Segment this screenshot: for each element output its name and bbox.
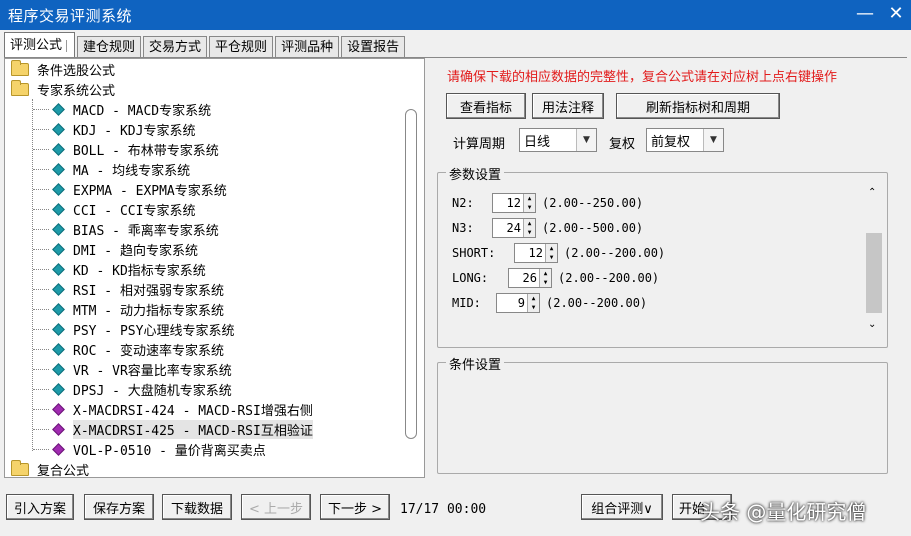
tab-close-rules[interactable]: 平仓规则 <box>209 36 274 58</box>
tab-open-rules[interactable]: 建仓规则 <box>77 36 142 58</box>
tree-folder-composite[interactable]: 复合公式 <box>11 459 89 477</box>
indicator-icon <box>52 382 65 396</box>
param-row-mid: MID: 9 ▲ ▼ (2.00--200.00) <box>452 293 648 313</box>
chevron-up-icon[interactable]: ⌃ <box>868 187 876 198</box>
param-row-long: LONG: 26 ▲ ▼ (2.00--200.00) <box>452 268 660 288</box>
condition-settings-legend: 条件设置 <box>446 354 505 373</box>
tree-item[interactable]: BIAS - 乖离率专家系统 <box>33 219 219 239</box>
mid-stepper[interactable]: 9 ▲ ▼ <box>496 293 540 313</box>
download-data-button[interactable]: 下载数据 <box>162 494 232 520</box>
tree-item[interactable]: VR - VR容量比率专家系统 <box>33 359 232 379</box>
view-indicator-button[interactable]: 查看指标 <box>446 93 526 119</box>
usage-notes-button[interactable]: 用法注释 <box>532 93 604 119</box>
indicator-icon <box>52 102 65 116</box>
indicator-icon <box>52 362 65 376</box>
tab-report-settings[interactable]: 设置报告 <box>341 36 406 58</box>
tree-item[interactable]: CCI - CCI专家系统 <box>33 199 195 219</box>
custom-indicator-icon <box>52 442 65 456</box>
tree-item-selected[interactable]: X-MACDRSI-425 - MACD-RSI互相验证 <box>33 419 313 439</box>
bottom-toolbar: 引入方案 保存方案 下载数据 < 上一步 下一步 > 17/17 00:00 组… <box>0 484 911 536</box>
save-plan-button[interactable]: 保存方案 <box>84 494 154 520</box>
param-scrollbar[interactable]: ⌃ ⌄ <box>864 185 884 335</box>
param-row-short: SHORT: 12 ▲ ▼ (2.00--200.00) <box>452 243 666 263</box>
tab-bar: 评测公式 建仓规则 交易方式 平仓规则 评测品种 设置报告 <box>4 32 407 58</box>
tree-item[interactable]: MA - 均线专家系统 <box>33 159 190 179</box>
tree-item[interactable]: X-MACDRSI-424 - MACD-RSI增强右侧 <box>33 399 313 419</box>
window-title: 程序交易评测系统 <box>8 7 133 25</box>
condition-settings-group: 条件设置 <box>437 354 888 474</box>
prev-step-button[interactable]: < 上一步 <box>241 494 311 520</box>
combo-eval-button[interactable]: 组合评测∨ <box>581 494 663 520</box>
tab-formula[interactable]: 评测公式 <box>4 32 76 58</box>
chevron-down-icon[interactable]: ⌄ <box>868 319 876 330</box>
chevron-down-icon: ▼ <box>576 129 596 151</box>
minimize-icon[interactable]: — <box>853 2 877 26</box>
next-step-button[interactable]: 下一步 > <box>320 494 390 520</box>
progress-status: 17/17 00:00 <box>400 502 487 517</box>
folder-open-icon <box>11 79 29 96</box>
param-row-n3: N3: 24 ▲ ▼ (2.00--500.00) <box>452 218 644 238</box>
tab-eval-symbols[interactable]: 评测品种 <box>275 36 340 58</box>
tab-trade-mode[interactable]: 交易方式 <box>143 36 208 58</box>
long-stepper[interactable]: 26 ▲ ▼ <box>508 268 552 288</box>
indicator-icon <box>52 182 65 196</box>
folder-icon <box>11 459 29 476</box>
close-icon[interactable]: ✕ <box>884 2 908 26</box>
chevron-down-icon: ▼ <box>703 129 723 151</box>
custom-indicator-icon <box>52 422 65 436</box>
n3-stepper[interactable]: 24 ▲ ▼ <box>492 218 536 238</box>
tree-item[interactable]: MTM - 动力指标专家系统 <box>33 299 224 319</box>
tree-item[interactable]: BOLL - 布林带专家系统 <box>33 139 219 159</box>
tree-folder-condition[interactable]: 条件选股公式 <box>11 59 115 79</box>
tree-item[interactable]: EXPMA - EXPMA专家系统 <box>33 179 227 199</box>
indicator-icon <box>52 122 65 136</box>
indicator-icon <box>52 322 65 336</box>
indicator-icon <box>52 242 65 256</box>
formula-settings-panel: 请确保下载的相应数据的完整性，复合公式请在对应树上点右键操作 查看指标 用法注释… <box>437 58 907 478</box>
indicator-icon <box>52 202 65 216</box>
period-select[interactable]: 日线 ▼ <box>519 128 597 152</box>
tree-item[interactable]: RSI - 相对强弱专家系统 <box>33 279 224 299</box>
tree-item[interactable]: ROC - 变动速率专家系统 <box>33 339 224 359</box>
data-integrity-notice: 请确保下载的相应数据的完整性，复合公式请在对应树上点右键操作 <box>447 70 838 85</box>
n2-stepper[interactable]: 12 ▲ ▼ <box>492 193 536 213</box>
tree-item[interactable]: KD - KD指标专家系统 <box>33 259 206 279</box>
short-stepper[interactable]: 12 ▲ ▼ <box>514 243 558 263</box>
indicator-icon <box>52 302 65 316</box>
folder-icon <box>11 59 29 76</box>
watermark-text: 头条 @量化研究僧 <box>700 500 867 524</box>
indicator-icon <box>52 162 65 176</box>
indicator-icon <box>52 142 65 156</box>
tree-item[interactable]: PSY - PSY心理线专家系统 <box>33 319 234 339</box>
scrollbar-thumb[interactable] <box>866 233 882 313</box>
adjust-label: 复权 <box>609 137 636 152</box>
import-plan-button[interactable]: 引入方案 <box>6 494 74 520</box>
tree-item[interactable]: VOL-P-0510 - 量价背离买卖点 <box>33 439 266 459</box>
formula-tree[interactable]: 条件选股公式 专家系统公式 MACD - MACD专家系统 KDJ - KDJ专… <box>4 58 425 478</box>
custom-indicator-icon <box>52 402 65 416</box>
indicator-icon <box>52 262 65 276</box>
param-settings-group: 参数设置 N2: 12 ▲ ▼ (2.00--250.00) N3: 24 ▲ ▼ (2… <box>437 164 888 348</box>
period-label: 计算周期 <box>453 137 506 152</box>
param-row-n2: N2: 12 ▲ ▼ (2.00--250.00) <box>452 193 644 213</box>
tree-folder-expert[interactable]: 专家系统公式 <box>11 79 115 99</box>
title-bar: 程序交易评测系统 — ✕ <box>0 0 911 30</box>
indicator-icon <box>52 282 65 296</box>
indicator-icon <box>52 342 65 356</box>
indicator-icon <box>52 222 65 236</box>
tree-item[interactable]: DPSJ - 大盘随机专家系统 <box>33 379 232 399</box>
tree-scrollbar[interactable] <box>405 109 417 439</box>
tree-item[interactable]: KDJ - KDJ专家系统 <box>33 119 195 139</box>
tree-item[interactable]: DMI - 趋向专家系统 <box>33 239 198 259</box>
tree-item[interactable]: MACD - MACD专家系统 <box>33 99 211 119</box>
adjust-select[interactable]: 前复权 ▼ <box>646 128 724 152</box>
refresh-indicator-tree-button[interactable]: 刷新指标树和周期 <box>616 93 780 119</box>
param-settings-legend: 参数设置 <box>446 164 505 183</box>
